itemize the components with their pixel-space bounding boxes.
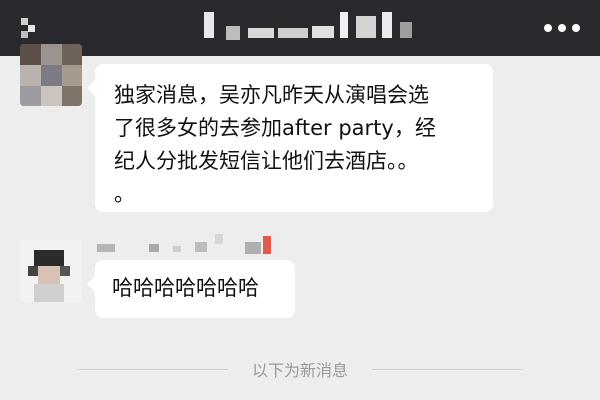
message-text-line: 了很多女的去参加after party，经 — [114, 116, 436, 140]
new-messages-notice: 以下为新消息 — [0, 357, 600, 381]
message-text-line: 。 — [114, 182, 135, 206]
more-icon[interactable] — [542, 18, 582, 38]
message-text-line: 哈哈哈哈哈哈哈 — [112, 276, 259, 300]
sender-avatar[interactable] — [20, 240, 82, 302]
message-bubble[interactable]: 独家消息，吴亦凡昨天从演唱会选 了很多女的去参加after party，经 纪人… — [87, 64, 493, 212]
notice-text: 以下为新消息 — [239, 361, 360, 380]
message-bubble[interactable]: 哈哈哈哈哈哈哈 — [87, 260, 295, 318]
sender-avatar[interactable] — [20, 44, 82, 106]
chat-title-mosaic — [204, 12, 412, 40]
chat-header — [0, 0, 600, 56]
message-text-line: 纪人分批发短信让他们去酒店。。 — [114, 149, 419, 173]
sender-name-mosaic — [97, 234, 271, 254]
back-icon[interactable] — [20, 16, 44, 40]
message-text-line: 独家消息，吴亦凡昨天从演唱会选 — [114, 83, 429, 107]
